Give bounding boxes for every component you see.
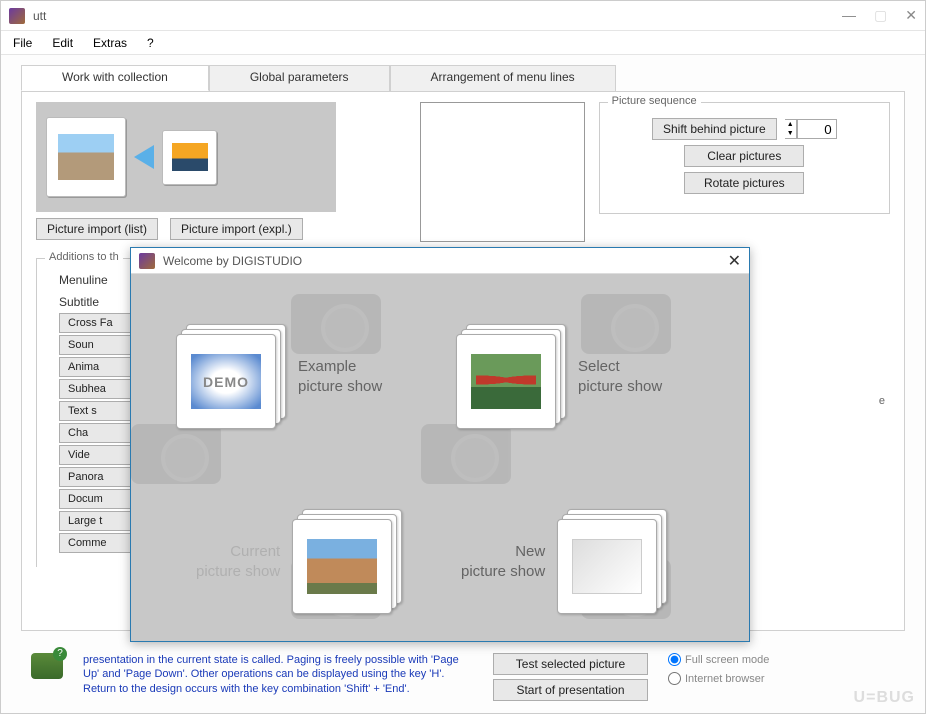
picture-import-list-button[interactable]: Picture import (list) — [36, 218, 158, 240]
new-show-label: New picture show — [461, 542, 545, 581]
source-slide[interactable] — [162, 130, 217, 185]
shift-value-input[interactable] — [797, 119, 837, 139]
additions-legend: Additions to th — [45, 251, 123, 263]
dialog-title: Welcome by DIGISTUDIO — [163, 254, 728, 268]
pliers-icon — [471, 354, 541, 409]
current-show-label: Current picture show — [196, 542, 280, 581]
minimize-button[interactable]: — — [842, 7, 856, 24]
picture-sequence-group: Picture sequence Shift behind picture ▲▼… — [599, 102, 890, 214]
select-show-label: Select picture show — [578, 357, 662, 396]
current-show-item[interactable]: Current picture show — [196, 509, 402, 614]
thumbnail-panel — [36, 102, 336, 212]
browser-radio-input[interactable] — [668, 672, 681, 685]
menu-edit[interactable]: Edit — [52, 36, 73, 50]
picture-import-expl-button[interactable]: Picture import (expl.) — [170, 218, 303, 240]
dialog-close-button[interactable]: ✕ — [728, 251, 741, 271]
rotate-pictures-button[interactable]: Rotate pictures — [684, 172, 804, 194]
rock-icon — [307, 539, 377, 594]
chevron-up-icon[interactable]: ▲ — [787, 120, 794, 129]
house-thumbnail — [56, 132, 116, 182]
example-show-label: Example picture show — [298, 357, 382, 396]
window-title: utt — [33, 9, 842, 23]
menubar: File Edit Extras ? — [1, 31, 925, 55]
tab-work[interactable]: Work with collection — [21, 65, 209, 91]
preview-frame — [420, 102, 585, 242]
picture-sequence-legend: Picture sequence — [608, 95, 701, 107]
tab-arrange[interactable]: Arrangement of menu lines — [390, 65, 616, 91]
dialog-body: DEMO Example picture show Select picture… — [131, 274, 749, 641]
menu-extras[interactable]: Extras — [93, 36, 127, 50]
fullscreen-radio[interactable]: Full screen mode — [668, 653, 769, 666]
tab-global[interactable]: Global parameters — [209, 65, 390, 91]
fullscreen-radio-input[interactable] — [668, 653, 681, 666]
maximize-button[interactable]: ▢ — [874, 7, 887, 24]
close-button[interactable]: ✕ — [905, 7, 917, 24]
app-icon — [9, 8, 25, 24]
select-show-item[interactable]: Select picture show — [456, 324, 662, 429]
menu-file[interactable]: File — [13, 36, 32, 50]
bottom-row: presentation in the current state is cal… — [31, 653, 895, 701]
arrow-left-icon — [134, 145, 154, 169]
example-show-item[interactable]: DEMO Example picture show — [176, 324, 382, 429]
empty-slide-icon — [572, 539, 642, 594]
shift-spinner[interactable]: ▲▼ — [785, 119, 837, 139]
mode-e-label: e — [879, 395, 885, 407]
target-slide[interactable] — [46, 117, 126, 197]
start-presentation-button[interactable]: Start of presentation — [493, 679, 648, 701]
new-show-item[interactable]: New picture show — [461, 509, 667, 614]
browser-radio[interactable]: Internet browser — [668, 672, 769, 685]
demo-icon: DEMO — [191, 354, 261, 409]
clear-pictures-button[interactable]: Clear pictures — [684, 145, 804, 167]
chevron-down-icon[interactable]: ▼ — [787, 129, 794, 138]
welcome-dialog: Welcome by DIGISTUDIO ✕ DEMO Example pic… — [130, 247, 750, 642]
help-text: presentation in the current state is cal… — [83, 653, 473, 696]
sunset-thumbnail — [170, 141, 210, 173]
dialog-app-icon — [139, 253, 155, 269]
tabstrip: Work with collection Global parameters A… — [21, 65, 905, 91]
shift-behind-button[interactable]: Shift behind picture — [652, 118, 777, 140]
titlebar: utt — ▢ ✕ — [1, 1, 925, 31]
menu-help[interactable]: ? — [147, 36, 154, 50]
help-book-icon[interactable] — [31, 653, 63, 679]
test-selected-button[interactable]: Test selected picture — [493, 653, 648, 675]
